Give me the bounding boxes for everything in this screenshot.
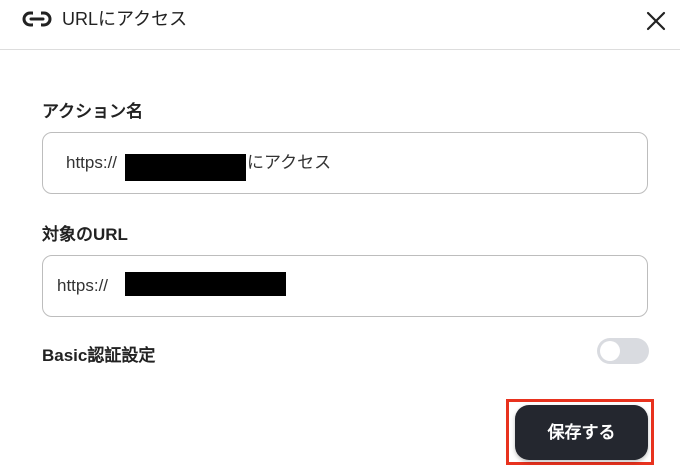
- dialog-header: URLにアクセス: [0, 0, 680, 50]
- save-button[interactable]: 保存する: [515, 405, 648, 460]
- link-icon: [22, 10, 52, 28]
- dialog-title: URLにアクセス: [62, 9, 188, 29]
- action-name-prefix: https://: [66, 153, 118, 172]
- target-url-input[interactable]: https://: [42, 255, 648, 317]
- basic-auth-label: Basic認証設定: [42, 346, 156, 365]
- action-name-suffix: にアクセス: [247, 153, 332, 172]
- toggle-knob: [600, 341, 620, 361]
- redacted-block: [125, 154, 246, 181]
- close-icon[interactable]: [644, 9, 668, 33]
- target-url-label: 対象のURL: [42, 225, 128, 244]
- redacted-block: [125, 272, 286, 296]
- target-url-prefix: https://: [57, 276, 109, 295]
- action-name-label: アクション名: [42, 102, 144, 121]
- action-name-input[interactable]: https:// にアクセス: [42, 132, 648, 194]
- basic-auth-toggle[interactable]: [597, 338, 649, 364]
